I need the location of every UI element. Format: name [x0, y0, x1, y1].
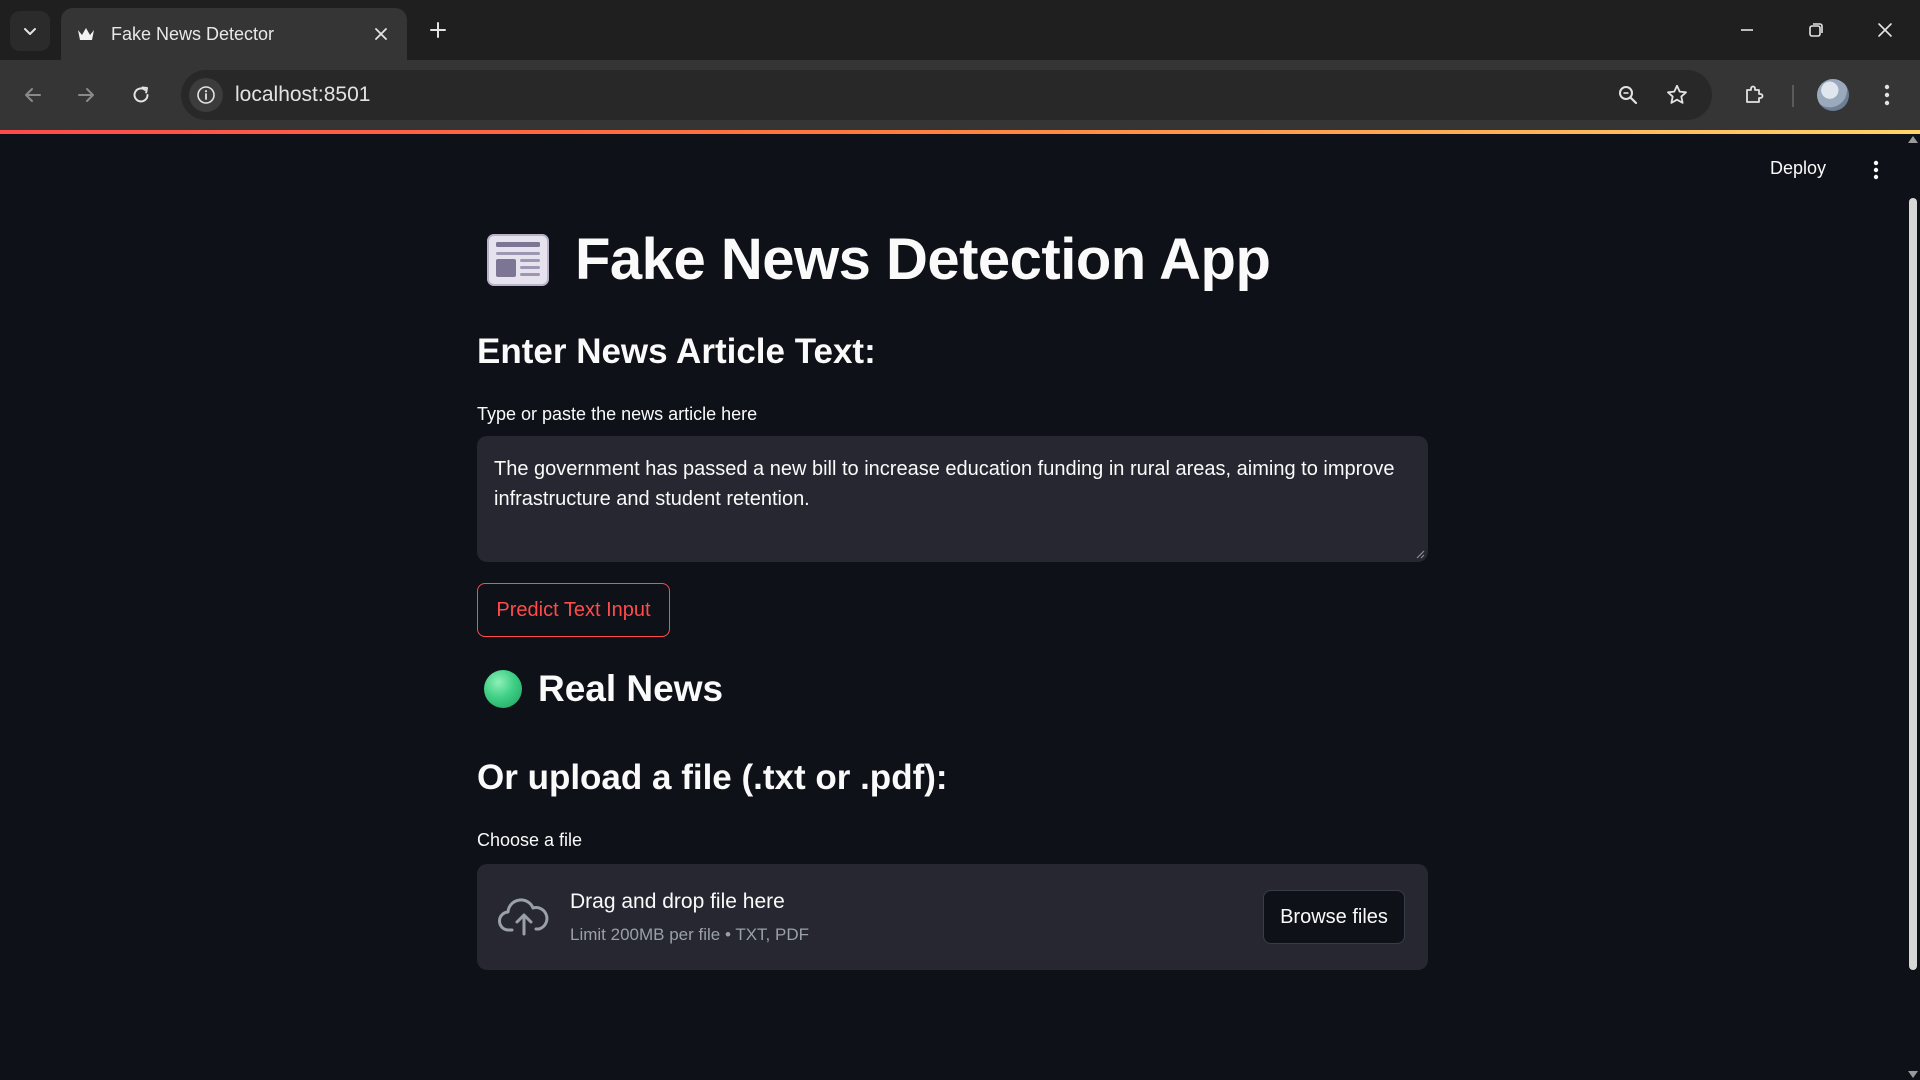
page-title-row: Fake News Detection App — [477, 226, 1271, 293]
restore-button[interactable] — [1800, 14, 1832, 46]
menu-icon — [1873, 160, 1879, 180]
green-circle-icon — [484, 670, 522, 708]
dropzone-title: Drag and drop file here — [570, 890, 785, 913]
site-info-button[interactable] — [189, 78, 223, 112]
forward-button[interactable] — [68, 77, 104, 113]
zoom-icon — [1619, 86, 1638, 105]
minimize-icon — [1741, 29, 1753, 31]
url-text[interactable]: localhost:8501 — [235, 83, 370, 107]
news-article-textarea[interactable]: The government has passed a new bill to … — [477, 436, 1428, 562]
reload-icon — [133, 86, 149, 103]
extensions-button[interactable] — [1737, 78, 1771, 112]
cloud-upload-icon — [498, 898, 549, 936]
toolbar-separator — [1792, 85, 1794, 107]
browser-toolbar: localhost:8501 — [0, 60, 1920, 130]
browse-files-button[interactable]: Browse files — [1263, 890, 1405, 944]
scroll-up-arrow[interactable] — [1908, 136, 1918, 143]
avatar[interactable] — [1817, 79, 1849, 111]
textarea-value: The government has passed a new bill to … — [494, 458, 1395, 510]
back-icon — [25, 88, 41, 102]
reload-button[interactable] — [123, 77, 159, 113]
forward-icon — [78, 88, 94, 102]
textarea-label: Type or paste the news article here — [477, 404, 758, 424]
back-button[interactable] — [15, 77, 51, 113]
newspaper-icon — [487, 233, 549, 286]
zoom-button[interactable] — [1612, 79, 1644, 111]
tab-search-button[interactable] — [10, 11, 50, 51]
browser-menu-button[interactable] — [1870, 78, 1904, 112]
site-info-icon — [197, 86, 215, 104]
predict-text-button[interactable]: Predict Text Input — [477, 583, 670, 637]
file-dropzone[interactable]: Drag and drop file here Limit 200MB per … — [477, 864, 1428, 970]
browser-tab[interactable]: Fake News Detector — [61, 8, 407, 60]
dropzone-limit-text: Limit 200MB per file • TXT, PDF — [570, 925, 809, 944]
app-view: Deploy Fake News Detection App Enter New… — [0, 134, 1920, 1080]
scroll-thumb[interactable] — [1909, 198, 1917, 970]
page-scrollbar[interactable] — [1906, 134, 1920, 1080]
close-window-button[interactable] — [1869, 14, 1901, 46]
close-icon — [1878, 23, 1892, 37]
page-title: Fake News Detection App — [575, 227, 1271, 292]
new-tab-button[interactable] — [422, 14, 454, 46]
address-bar[interactable]: localhost:8501 — [181, 70, 1712, 120]
result-label: Real News — [538, 668, 724, 709]
upload-heading: Or upload a file (.txt or .pdf): — [477, 758, 948, 797]
scroll-down-arrow[interactable] — [1908, 1071, 1918, 1078]
text-section-heading: Enter News Article Text: — [477, 332, 876, 371]
close-tab-button[interactable] — [369, 22, 393, 46]
browser-tabstrip: Fake News Detector — [0, 0, 1920, 60]
tab-title: Fake News Detector — [111, 23, 275, 44]
plus-icon — [430, 22, 446, 38]
crown-favicon-icon — [75, 23, 97, 45]
resize-handle-icon[interactable] — [1415, 549, 1425, 559]
app-menu-button[interactable] — [1864, 156, 1888, 184]
close-icon — [375, 28, 387, 40]
star-icon — [1667, 84, 1687, 104]
deploy-button[interactable]: Deploy — [1770, 158, 1826, 179]
extensions-icon — [1746, 85, 1764, 103]
prediction-result: Real News — [477, 668, 723, 710]
file-uploader-label: Choose a file — [477, 830, 583, 850]
chevron-down-icon — [24, 28, 36, 35]
menu-icon — [1884, 84, 1890, 106]
restore-icon — [1809, 23, 1823, 37]
minimize-button[interactable] — [1731, 14, 1763, 46]
bookmark-button[interactable] — [1661, 79, 1693, 111]
